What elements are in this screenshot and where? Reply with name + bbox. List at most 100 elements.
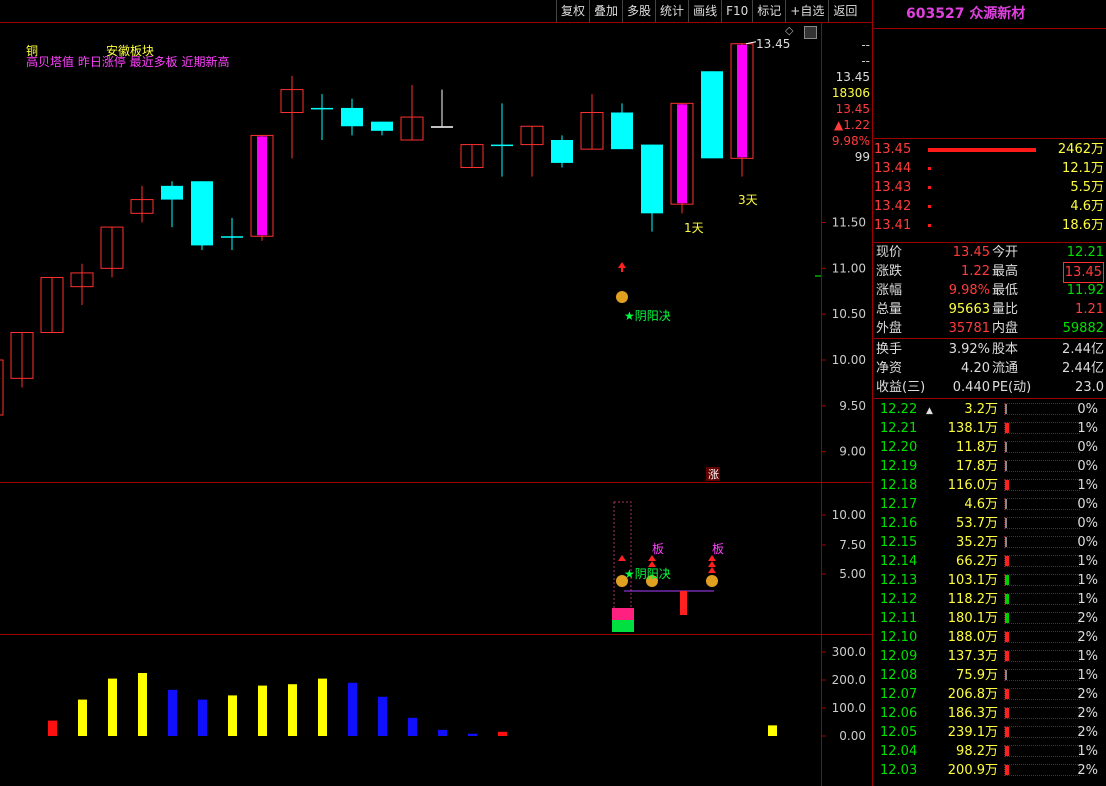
- up-arrow-icon: [618, 555, 626, 561]
- dist-row[interactable]: 12.17 4.6万 0%: [874, 495, 1106, 514]
- up-arrow-icon: [708, 567, 716, 573]
- dist-pct: 2%: [1077, 706, 1098, 721]
- fund-label: 股本: [992, 342, 1019, 357]
- dist-pct: 0%: [1077, 535, 1098, 550]
- ind-axis-tick: 10.00: [832, 508, 866, 522]
- fund-row: 净资 4.20 流通 2.44亿: [874, 359, 1106, 378]
- dist-bar-frame: [1004, 669, 1080, 681]
- dist-row[interactable]: 12.12 118.2万 1%: [874, 590, 1106, 609]
- dist-price: 12.06: [880, 706, 918, 721]
- dist-price: 12.13: [880, 573, 918, 588]
- kline-chart[interactable]: 13.451天3天★阴阳决涨板 板★阴阳决10.007.505.00300.020…: [0, 0, 872, 786]
- dist-row[interactable]: 12.09 137.3万 1%: [874, 647, 1106, 666]
- quote-value: 11.92: [1066, 283, 1104, 298]
- dist-pct: 2%: [1077, 763, 1098, 778]
- dist-bar-frame: [1004, 631, 1080, 643]
- volume-bar: [408, 717, 417, 736]
- quote-panel: 现价 13.45 今开 12.21 涨跌 1.22 最高 13.45 涨幅 9.98…: [874, 243, 1106, 338]
- quote-label: 涨幅: [876, 283, 903, 298]
- price-axis-info: 9.98%: [831, 134, 870, 148]
- volume-bar: [498, 731, 507, 736]
- dist-row[interactable]: 12.04 98.2万 1%: [874, 742, 1106, 761]
- indicator-bar-green: [612, 620, 634, 632]
- dist-row[interactable]: 12.14 66.2万 1%: [874, 552, 1106, 571]
- fund-row: 换手 3.92% 股本 2.44亿: [874, 340, 1106, 359]
- dist-row[interactable]: 12.18 116.0万 1%: [874, 476, 1106, 495]
- yinyang-label: ★阴阳决: [624, 567, 671, 581]
- quote-label: 内盘: [992, 321, 1019, 336]
- volume-bar: [138, 673, 147, 736]
- dist-row[interactable]: 12.07 206.8万 2%: [874, 685, 1106, 704]
- fund-value: 3.92%: [948, 342, 990, 357]
- dist-volume: 200.9万: [947, 763, 998, 778]
- fund-value: 0.440: [952, 380, 990, 395]
- price-axis-tick: 11.50: [832, 216, 866, 230]
- quote-value: 13.45: [952, 245, 990, 260]
- dist-row[interactable]: 12.15 35.2万 0%: [874, 533, 1106, 552]
- quote-label: 量比: [992, 302, 1019, 317]
- dist-bar-frame: [1004, 726, 1080, 738]
- dist-bar-frame: [1004, 403, 1080, 415]
- dist-row[interactable]: 12.16 53.7万 0%: [874, 514, 1106, 533]
- candle-body: [0, 359, 4, 416]
- dist-price: 12.08: [880, 668, 918, 683]
- dist-pct: 2%: [1077, 725, 1098, 740]
- dist-volume: 103.1万: [947, 573, 998, 588]
- high-label: 13.45: [756, 37, 790, 51]
- dist-row[interactable]: 12.20 11.8万 0%: [874, 438, 1106, 457]
- dist-bar-frame: [1004, 688, 1080, 700]
- order-book-row[interactable]: 13.41 18.6万: [874, 216, 1106, 235]
- dist-row[interactable]: 12.13 103.1万 1%: [874, 571, 1106, 590]
- dist-row[interactable]: 12.19 17.8万 0%: [874, 457, 1106, 476]
- up-arrow-icon: [708, 561, 716, 567]
- dist-pct: 0%: [1077, 516, 1098, 531]
- dist-row[interactable]: 12.22 3.2万 0% ▲: [874, 400, 1106, 419]
- dist-volume: 3.2万: [964, 402, 998, 417]
- dist-divider: [874, 398, 1106, 399]
- dist-volume: 35.2万: [956, 535, 998, 550]
- quote-value: 1.21: [1075, 302, 1104, 317]
- stock-title: 603527 众源新材: [874, 0, 1106, 28]
- price-axis-info: 13.45: [835, 102, 870, 116]
- dist-pct: 1%: [1077, 592, 1098, 607]
- dist-bar-frame: [1004, 498, 1080, 510]
- price-distribution: 12.22 3.2万 0% ▲ 12.21 138.1万 1% 12.20 11.8万…: [874, 400, 1106, 786]
- dist-pct: 1%: [1077, 554, 1098, 569]
- fund-label: PE(动): [992, 380, 1032, 395]
- candle-body: [611, 112, 633, 150]
- quote-label: 最高: [992, 264, 1019, 279]
- dist-price: 12.03: [880, 763, 918, 778]
- order-book-row[interactable]: 13.45 2462万: [874, 140, 1106, 159]
- dist-bar-frame: [1004, 555, 1080, 567]
- order-book-row[interactable]: 13.43 5.5万: [874, 178, 1106, 197]
- dist-bar-frame: [1004, 536, 1080, 548]
- volume-bar: [378, 696, 387, 736]
- dist-row[interactable]: 12.11 180.1万 2%: [874, 609, 1106, 628]
- price-axis-tick: 9.50: [839, 399, 866, 413]
- dist-bar: [1005, 689, 1009, 699]
- quote-value: 59882: [1062, 321, 1104, 336]
- vol-axis-tick: 200.0: [832, 673, 866, 687]
- dist-row[interactable]: 12.08 75.9万 1%: [874, 666, 1106, 685]
- volume-bar: [438, 729, 447, 736]
- dist-row[interactable]: 12.06 186.3万 2%: [874, 704, 1106, 723]
- dist-pct: 1%: [1077, 744, 1098, 759]
- dist-row[interactable]: 12.05 239.1万 2%: [874, 723, 1106, 742]
- order-book-row[interactable]: 13.44 12.1万: [874, 159, 1106, 178]
- dist-bar: [1005, 480, 1009, 490]
- limit-fill: [257, 136, 267, 236]
- volume-bar: [108, 678, 117, 736]
- vol-axis-tick: 100.0: [832, 701, 866, 715]
- dist-row[interactable]: 12.03 200.9万 2%: [874, 761, 1106, 780]
- dist-volume: 53.7万: [956, 516, 998, 531]
- fund-value: 23.0: [1075, 380, 1104, 395]
- dist-row[interactable]: 12.10 188.0万 2%: [874, 628, 1106, 647]
- indicator-bar-red: [680, 591, 687, 615]
- limit-fill: [677, 104, 687, 204]
- order-book-row[interactable]: 13.42 4.6万: [874, 197, 1106, 216]
- quote-label: 今开: [992, 245, 1019, 260]
- dist-bar-frame: [1004, 593, 1080, 605]
- dist-price: 12.18: [880, 478, 918, 493]
- dist-row[interactable]: 12.21 138.1万 1%: [874, 419, 1106, 438]
- vol-axis-tick: 0.00: [839, 729, 866, 743]
